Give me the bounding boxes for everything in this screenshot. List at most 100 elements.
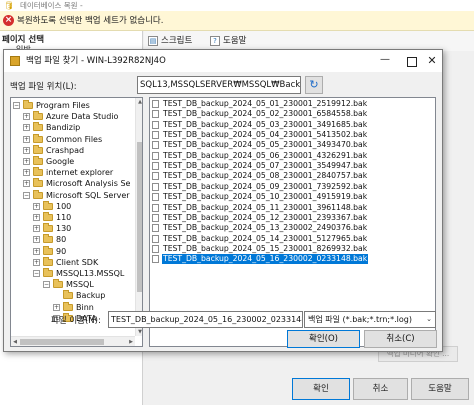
tree-item-label: Program Files bbox=[36, 101, 90, 110]
refresh-icon[interactable]: ↻ bbox=[305, 76, 323, 94]
collapse-icon[interactable]: − bbox=[43, 281, 50, 289]
tree-item[interactable]: − Microsoft SQL Server bbox=[11, 189, 135, 201]
expand-icon[interactable]: + bbox=[53, 303, 60, 311]
file-list-item[interactable]: TEST_DB_backup_2024_05_06_230001_4326291… bbox=[152, 151, 432, 161]
location-field[interactable]: SQL13,MSSQLSERVER₩MSSQL₩Backup bbox=[137, 76, 301, 94]
background-cancel-button[interactable]: 취소 bbox=[353, 378, 408, 400]
close-icon[interactable]: ✕ bbox=[424, 53, 440, 69]
file-name: TEST_DB_backup_2024_05_13_230002_2490376… bbox=[163, 223, 368, 233]
expand-icon[interactable]: + bbox=[23, 158, 30, 165]
location-label: 백업 파일 위치(L): bbox=[10, 82, 77, 92]
tree-item-label: 100 bbox=[56, 201, 72, 211]
expand-icon[interactable]: + bbox=[33, 214, 40, 221]
expand-icon[interactable]: + bbox=[23, 169, 30, 177]
tree-item[interactable]: + Common Files bbox=[11, 133, 135, 145]
scroll-down-icon[interactable]: ▼ bbox=[136, 328, 142, 336]
file-list-item[interactable]: TEST_DB_backup_2024_05_13_230002_2490376… bbox=[152, 223, 432, 233]
tree-item[interactable]: − MSSQL bbox=[11, 279, 135, 290]
collapse-icon[interactable]: − bbox=[33, 270, 40, 277]
tree-item-label: 80 bbox=[56, 235, 67, 245]
tree-item[interactable]: +110 bbox=[11, 212, 135, 223]
background-help-button[interactable]: 도움말 bbox=[411, 378, 469, 400]
folder-icon bbox=[43, 245, 53, 255]
file-list-item[interactable]: TEST_DB_backup_2024_05_16_230002_0233148… bbox=[152, 254, 432, 265]
tree-item[interactable]: +90 bbox=[11, 245, 135, 257]
tree-horizontal-scrollbar[interactable]: ◀ ▶ bbox=[11, 336, 135, 346]
tree-item[interactable]: + internet explorer bbox=[11, 167, 135, 178]
tree-item[interactable]: + Google bbox=[11, 156, 135, 167]
folder-tree[interactable]: − Program Files + Azure Data Studio + Bandizi… bbox=[10, 97, 143, 347]
file-list-item[interactable]: TEST_DB_backup_2024_05_02_230001_6584558… bbox=[152, 109, 432, 119]
file-list-item[interactable]: TEST_DB_backup_2024_05_01_230001_2519912… bbox=[152, 99, 432, 109]
expand-icon[interactable]: + bbox=[23, 113, 30, 121]
dialog-title-bar[interactable]: 백업 파일 찾기 - WIN-L392R82NJ4O — ✕ bbox=[4, 50, 442, 72]
file-list[interactable]: TEST_DB_backup_2024_05_01_230001_2519912… bbox=[149, 97, 436, 347]
dialog-ok-button[interactable]: 확인(O) bbox=[287, 330, 360, 348]
tree-item[interactable]: +100 bbox=[11, 200, 135, 212]
file-list-item[interactable]: TEST_DB_backup_2024_05_11_230001_3961148… bbox=[152, 203, 432, 213]
tree-item-label: Crashpad bbox=[46, 145, 85, 155]
scroll-right-icon[interactable]: ▶ bbox=[127, 337, 135, 346]
file-list-item[interactable]: TEST_DB_backup_2024_05_15_230001_8269932… bbox=[152, 244, 432, 254]
expand-icon[interactable]: + bbox=[23, 146, 30, 154]
tree-item[interactable]: + Microsoft Analysis Se bbox=[11, 178, 135, 189]
file-list-item[interactable]: TEST_DB_backup_2024_05_10_230001_4915919… bbox=[152, 192, 432, 202]
file-list-item[interactable]: TEST_DB_backup_2024_05_09_230001_7392592… bbox=[152, 182, 432, 192]
tree-item[interactable]: − MSSQL13.MSSQL bbox=[11, 268, 135, 279]
scroll-left-icon[interactable]: ◀ bbox=[11, 337, 19, 346]
dialog-cancel-button[interactable]: 취소(C) bbox=[364, 330, 437, 348]
file-icon bbox=[152, 120, 159, 129]
tree-item[interactable]: Backup bbox=[11, 290, 135, 301]
background-ok-button[interactable]: 확인 bbox=[292, 378, 350, 400]
expand-icon[interactable]: + bbox=[33, 236, 40, 244]
scroll-up-icon[interactable]: ▲ bbox=[136, 98, 142, 106]
file-list-item[interactable]: TEST_DB_backup_2024_05_12_230001_2393367… bbox=[152, 213, 432, 223]
tree-item-label: Binn bbox=[76, 302, 94, 312]
file-list-item[interactable]: TEST_DB_backup_2024_05_08_230001_2840757… bbox=[152, 171, 432, 181]
expand-icon[interactable]: + bbox=[33, 258, 40, 266]
folder-tree-items: − Program Files + Azure Data Studio + Bandizi… bbox=[11, 98, 135, 336]
locate-backup-file-dialog: 백업 파일 찾기 - WIN-L392R82NJ4O — ✕ 백업 파일 위치(… bbox=[3, 49, 443, 352]
tree-item-label: MSSQL13.MSSQL bbox=[56, 269, 125, 278]
chevron-down-icon[interactable]: ⌄ bbox=[426, 312, 432, 327]
file-list-item[interactable]: TEST_DB_backup_2024_05_07_230001_3549947… bbox=[152, 161, 432, 171]
expand-icon[interactable]: + bbox=[23, 180, 30, 188]
file-name: TEST_DB_backup_2024_05_06_230001_4326291… bbox=[163, 150, 368, 160]
expand-icon[interactable]: + bbox=[33, 202, 40, 210]
file-icon bbox=[152, 141, 159, 150]
tree-item-label: Common Files bbox=[46, 134, 103, 144]
folder-icon bbox=[33, 133, 43, 143]
maximize-icon[interactable] bbox=[403, 53, 419, 69]
minimize-icon[interactable]: — bbox=[377, 53, 393, 69]
collapse-icon[interactable]: − bbox=[23, 191, 30, 199]
file-list-item[interactable]: TEST_DB_backup_2024_05_14_230001_5127965… bbox=[152, 234, 432, 244]
tree-item[interactable]: +130 bbox=[11, 223, 135, 234]
script-icon[interactable]: ▤ bbox=[148, 36, 158, 46]
tree-item[interactable]: + Client SDK bbox=[11, 256, 135, 268]
expand-icon[interactable]: + bbox=[23, 124, 30, 132]
tree-vertical-scrollbar[interactable]: ▲ ▼ bbox=[135, 98, 142, 336]
tree-item-label: Client SDK bbox=[56, 257, 99, 267]
tree-item[interactable]: + Crashpad bbox=[11, 144, 135, 156]
filename-field[interactable]: TEST_DB_backup_2024_05_16_230002_0233148… bbox=[108, 311, 303, 328]
file-list-item[interactable]: TEST_DB_backup_2024_05_04_230001_5413502… bbox=[152, 130, 432, 140]
help-icon[interactable]: ? bbox=[210, 36, 220, 46]
tree-item[interactable]: + Azure Data Studio bbox=[11, 111, 135, 122]
folder-icon bbox=[33, 111, 43, 121]
tree-horizontal-thumb[interactable] bbox=[20, 339, 104, 345]
expand-icon[interactable]: + bbox=[23, 135, 30, 143]
file-list-item[interactable]: TEST_DB_backup_2024_05_05_230001_3493470… bbox=[152, 140, 432, 150]
tree-vertical-thumb[interactable] bbox=[137, 142, 142, 292]
tree-item[interactable]: +80 bbox=[11, 234, 135, 245]
collapse-icon[interactable]: − bbox=[13, 102, 20, 109]
folder-icon bbox=[33, 178, 43, 188]
script-button[interactable]: 스크립트 bbox=[161, 35, 192, 47]
expand-icon[interactable]: + bbox=[33, 247, 40, 255]
folder-icon bbox=[10, 56, 20, 66]
help-button[interactable]: 도움말 bbox=[223, 35, 246, 47]
tree-item[interactable]: − Program Files bbox=[11, 100, 135, 111]
expand-icon[interactable]: + bbox=[33, 225, 40, 233]
file-type-select[interactable]: 백업 파일 (*.bak;*.trn;*.log) ⌄ bbox=[304, 311, 436, 328]
tree-item[interactable]: + Bandizip bbox=[11, 122, 135, 133]
file-list-item[interactable]: TEST_DB_backup_2024_05_03_230001_3491685… bbox=[152, 120, 432, 130]
